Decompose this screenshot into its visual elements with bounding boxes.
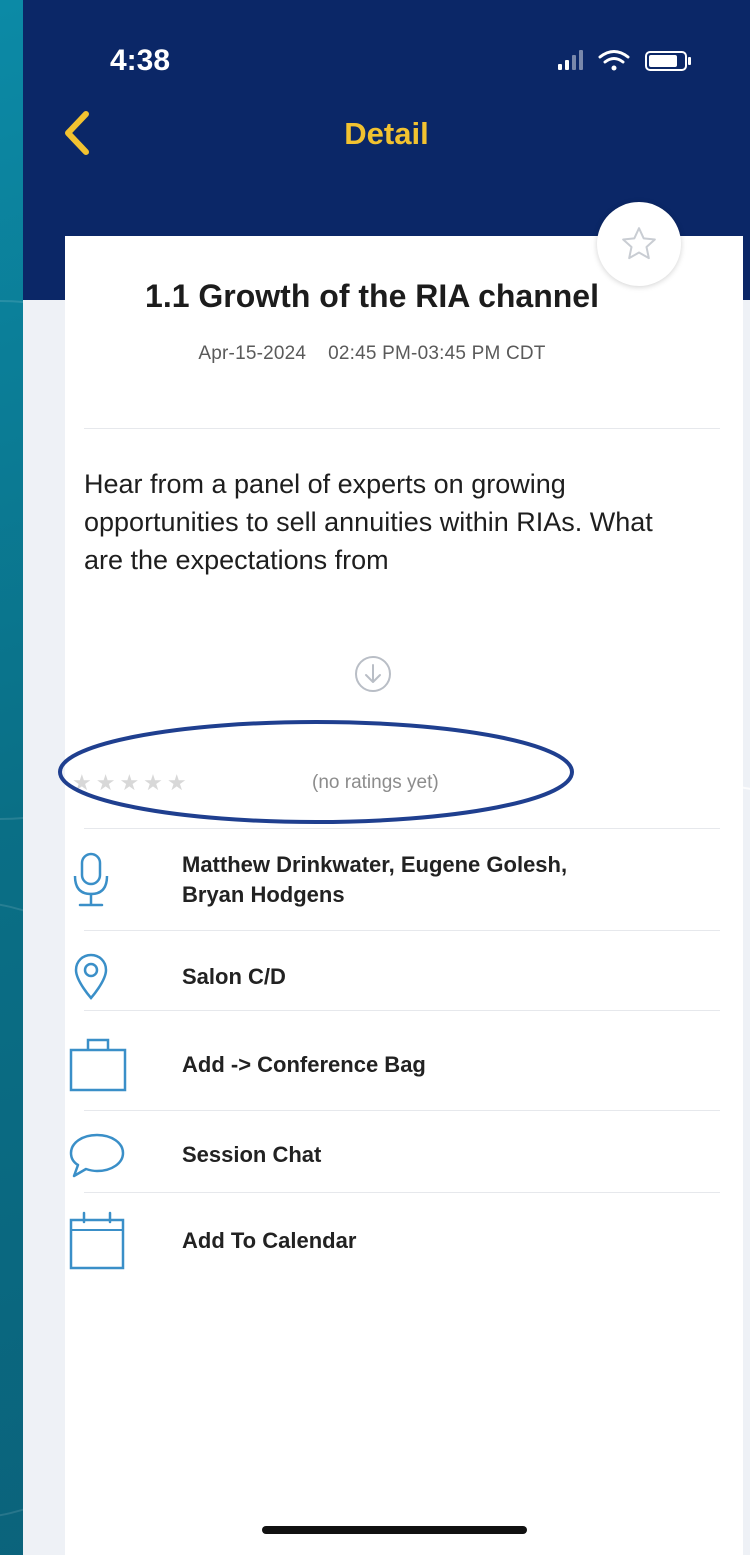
icon-cell	[68, 1210, 138, 1272]
location-pin-icon	[74, 953, 108, 1000]
wifi-icon	[598, 50, 630, 71]
session-chat-label: Session Chat	[182, 1142, 322, 1167]
battery-icon	[645, 51, 691, 71]
microphone-icon	[73, 852, 109, 907]
divider	[84, 1192, 720, 1193]
page-title: Detail	[344, 116, 429, 151]
icon-cell	[68, 1130, 138, 1180]
detail-row-add-calendar[interactable]: Add To Calendar	[68, 1210, 700, 1272]
detail-row-conference-bag[interactable]: Add -> Conference Bag	[68, 1036, 700, 1094]
expand-description-button[interactable]	[353, 654, 393, 694]
status-time: 4:38	[110, 44, 171, 77]
arrow-down-circle-icon	[355, 656, 391, 692]
detail-row-speakers[interactable]: Matthew Drinkwater, Eugene Golesh, Bryan…	[68, 850, 700, 910]
bag-icon	[69, 1038, 127, 1092]
add-calendar-label: Add To Calendar	[182, 1228, 357, 1253]
calendar-icon	[69, 1211, 125, 1270]
speakers-label: Matthew Drinkwater, Eugene Golesh, Bryan…	[182, 852, 568, 907]
session-title: 1.1 Growth of the RIA channel	[145, 278, 599, 314]
session-description: Hear from a panel of experts on growing …	[84, 469, 653, 575]
home-indicator[interactable]	[262, 1526, 527, 1534]
divider	[84, 930, 720, 931]
divider	[84, 428, 720, 429]
conference-bag-label: Add -> Conference Bag	[182, 1052, 426, 1077]
icon-cell	[68, 850, 138, 910]
chat-bubble-icon	[69, 1133, 125, 1178]
location-label: Salon C/D	[182, 964, 286, 989]
detail-row-session-chat[interactable]: Session Chat	[68, 1130, 700, 1180]
divider	[84, 1010, 720, 1011]
status-icons-svg	[558, 50, 691, 71]
divider	[84, 828, 720, 829]
status-icons	[558, 48, 728, 74]
session-datetime: Apr-15-2024 02:45 PM-03:45 PM CDT	[198, 343, 546, 364]
divider	[84, 1110, 720, 1111]
detail-row-location[interactable]: Salon C/D	[68, 952, 700, 1002]
icon-cell	[68, 952, 138, 1002]
annotation-ellipse	[58, 720, 574, 824]
signal-icon	[558, 50, 583, 70]
favorite-button[interactable]	[597, 202, 681, 286]
star-outline-icon	[622, 227, 656, 260]
icon-cell	[68, 1036, 138, 1094]
